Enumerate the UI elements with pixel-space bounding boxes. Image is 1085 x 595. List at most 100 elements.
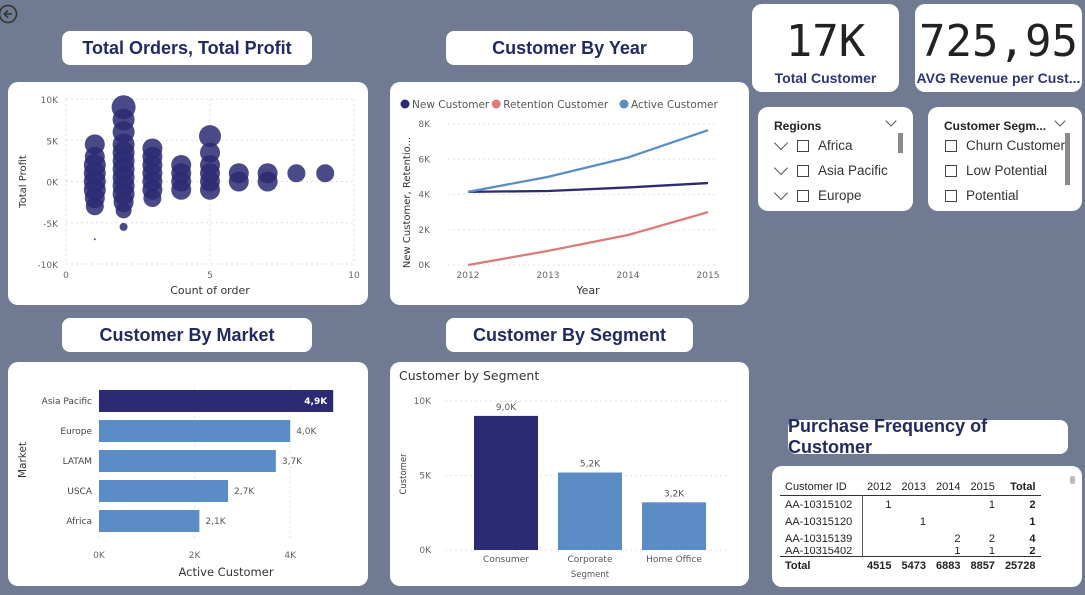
table-scrollbar[interactable] xyxy=(1070,476,1075,484)
scatter-point xyxy=(93,238,96,241)
expand-chevron-icon[interactable] xyxy=(773,185,789,201)
segment-item-low-potential[interactable]: Low Potential xyxy=(945,163,1047,178)
table-cell: 1 xyxy=(919,515,926,528)
legend-marker xyxy=(619,99,629,109)
chevron-down-icon[interactable] xyxy=(885,115,897,127)
y-tick-label: 5K xyxy=(46,137,59,147)
scrollbar[interactable] xyxy=(1065,133,1070,185)
region-item-label: Africa xyxy=(818,138,853,153)
data-label: 3,7K xyxy=(282,457,303,467)
region-item-africa[interactable]: Africa xyxy=(773,135,853,153)
table-row[interactable]: AA-10315102 1 1 2 xyxy=(780,495,1041,513)
line-chart-card[interactable]: 8K 6K 4K 2K 0K 2012 2013 2014 2015 Year New Custom… xyxy=(390,82,749,305)
column-header[interactable]: 2012 xyxy=(862,478,896,496)
table-cell: 2 xyxy=(1029,498,1036,511)
category-label: USCA xyxy=(67,487,93,497)
table-cell xyxy=(862,547,896,557)
checkbox[interactable] xyxy=(945,164,957,177)
segment-item-churn[interactable]: Churn Customer xyxy=(945,138,1065,153)
category-label: Corporate xyxy=(568,555,613,565)
table-row[interactable]: AA-10315402 1 1 2 xyxy=(780,547,1041,557)
y-tick-label: -10K xyxy=(37,261,59,271)
segment-bar-chart[interactable]: Customer by Segment 10K 5K 0K 9,0K Consumer 5,… xyxy=(390,362,749,586)
y-tick-label: 0K xyxy=(418,261,431,271)
checkbox[interactable] xyxy=(945,139,957,152)
scatter-chart[interactable]: 10K 5K 0K -5K -10K 0 5 10 Count of order Total Pr… xyxy=(8,82,368,305)
checkbox[interactable] xyxy=(797,139,809,152)
table-cell: 1 xyxy=(954,547,961,557)
customer-by-market-title: Customer By Market xyxy=(62,318,312,352)
bar xyxy=(99,450,276,472)
regions-slicer[interactable]: Regions Africa Asia Pacific Europe xyxy=(758,107,913,211)
scrollbar[interactable] xyxy=(898,133,903,153)
data-label: 4,0K xyxy=(296,427,317,437)
table-cell xyxy=(931,513,965,530)
purchase-frequency-table-card[interactable]: Customer ID 2012 2013 2014 2015 Total AA… xyxy=(772,466,1082,587)
x-tick-label: 0 xyxy=(63,271,69,281)
table-row[interactable]: AA-10315139 2 2 4 xyxy=(780,530,1041,547)
scatter-point xyxy=(199,125,221,148)
segment-bar-chart-card[interactable]: Customer by Segment 10K 5K 0K 9,0K Consumer 5,… xyxy=(390,362,749,586)
kpi-total-customer-value: 17K xyxy=(785,16,866,67)
region-item-europe[interactable]: Europe xyxy=(773,185,862,203)
customer-segment-slicer[interactable]: Customer Segm... Churn Customer Low Pote… xyxy=(928,107,1082,211)
market-bar-chart[interactable]: 0K 2K 4K Asia Pacific 4,9K Europe 4,0K LATAM 3,7… xyxy=(8,362,368,586)
data-label: 5,2K xyxy=(580,460,601,470)
line-chart[interactable]: 8K 6K 4K 2K 0K 2012 2013 2014 2015 Year New Custom… xyxy=(390,82,749,305)
customer-id-cell: Total xyxy=(785,559,811,572)
x-axis-title: Segment xyxy=(571,570,610,580)
purchase-frequency-title: Purchase Frequency of Customer xyxy=(788,416,1068,457)
table-cell: 6883 xyxy=(935,559,961,572)
checkbox[interactable] xyxy=(945,189,957,202)
bar xyxy=(558,472,622,550)
y-tick-label: 6K xyxy=(418,155,431,165)
checkbox[interactable] xyxy=(797,164,809,177)
y-tick-label: 0K xyxy=(419,546,432,556)
table-cell: 4 xyxy=(1029,532,1036,545)
scatter-point xyxy=(119,222,128,231)
x-tick-label: 2K xyxy=(189,551,202,561)
expand-chevron-icon[interactable] xyxy=(773,135,789,151)
bar xyxy=(99,480,229,502)
data-label: 4,9K xyxy=(304,397,328,407)
kpi-avg-revenue-value: 725,95 xyxy=(919,16,1078,67)
table-cell: 2 xyxy=(954,532,961,545)
column-header[interactable]: 2015 xyxy=(965,478,999,496)
market-bar-chart-card[interactable]: 0K 2K 4K Asia Pacific 4,9K Europe 4,0K LATAM 3,7… xyxy=(8,362,368,586)
category-label: Europe xyxy=(60,427,92,437)
column-header[interactable]: Customer ID xyxy=(780,478,862,496)
scatter-point xyxy=(142,138,163,159)
expand-chevron-icon[interactable] xyxy=(773,160,789,176)
column-header[interactable]: 2013 xyxy=(896,478,930,496)
table-cell: 1 xyxy=(988,547,995,557)
y-tick-label: 10K xyxy=(41,96,59,106)
category-label: LATAM xyxy=(63,457,92,467)
segment-item-label: Potential xyxy=(966,188,1019,203)
x-tick-label: 2014 xyxy=(617,271,640,281)
scatter-chart-card[interactable]: 10K 5K 0K -5K -10K 0 5 10 Count of order Total Pr… xyxy=(8,82,368,305)
customer-by-year-title: Customer By Year xyxy=(446,31,693,65)
x-tick-label: 4K xyxy=(284,551,297,561)
column-header[interactable]: 2014 xyxy=(931,478,965,496)
table-row[interactable]: AA-10315120 1 1 xyxy=(780,513,1041,530)
segment-item-potential[interactable]: Potential xyxy=(945,188,1019,203)
purchase-frequency-table[interactable]: Customer ID 2012 2013 2014 2015 Total AA… xyxy=(780,478,1041,574)
kpi-total-customer-label: Total Customer xyxy=(774,70,877,86)
data-label: 3,2K xyxy=(664,489,685,499)
data-label: 2,7K xyxy=(234,487,255,497)
region-item-label: Europe xyxy=(818,188,862,203)
checkbox[interactable] xyxy=(797,189,809,202)
scatter-point xyxy=(171,155,192,175)
table-total-row[interactable]: Total 4515 5473 6883 8857 25728 xyxy=(780,556,1041,575)
kpi-avg-revenue-label: AVG Revenue per Cust... xyxy=(916,70,1081,86)
region-item-asia-pacific[interactable]: Asia Pacific xyxy=(773,160,888,178)
chevron-down-icon[interactable] xyxy=(1054,115,1066,127)
y-axis-title: Total Profit xyxy=(18,155,29,209)
table-cell xyxy=(965,513,999,530)
y-tick-label: 8K xyxy=(418,120,431,130)
back-arrow-icon[interactable] xyxy=(0,4,18,24)
column-header[interactable]: Total xyxy=(1000,478,1041,496)
table-cell xyxy=(896,547,930,557)
data-label: 2,1K xyxy=(205,517,226,527)
y-axis-title: New Customer, Retentio... xyxy=(402,137,413,268)
